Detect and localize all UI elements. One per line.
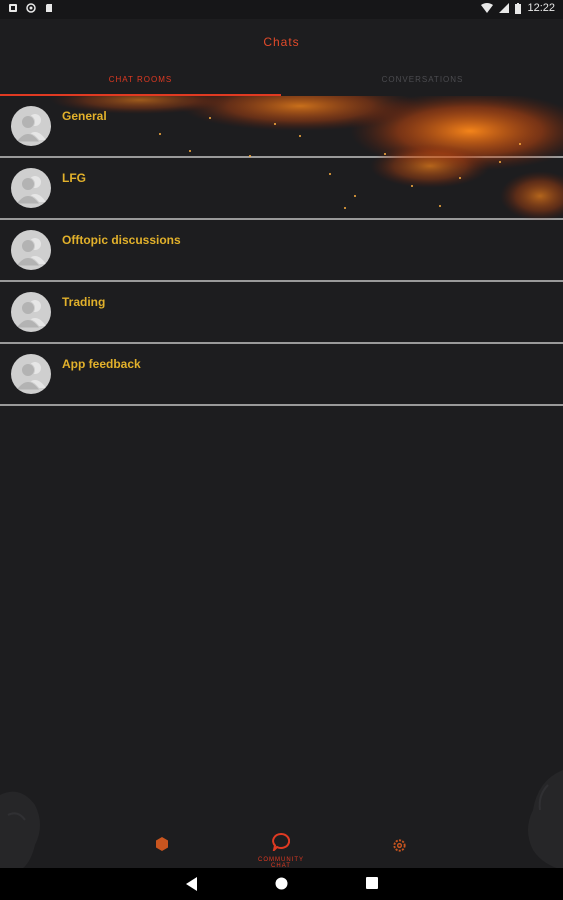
room-name: Trading [62,295,106,309]
room-row-lfg[interactable]: LFG [0,158,563,220]
hexagon-icon [156,837,168,851]
room-list: General LFG Offtopic discussions Trading… [0,96,563,406]
room-row-trading[interactable]: Trading [0,282,563,344]
group-avatar-icon [11,230,51,270]
group-avatar-icon [11,354,51,394]
nav-home[interactable] [155,837,169,856]
nav-community-chat[interactable]: Community chat [248,832,314,869]
room-row-offtopic[interactable]: Offtopic discussions [0,220,563,282]
back-icon[interactable] [186,877,198,891]
room-name: App feedback [62,357,141,371]
wifi-icon [481,3,494,13]
signal-icon [499,3,510,13]
room-name: General [62,109,107,123]
app-bar: Chats [0,19,563,67]
room-row-general[interactable]: General [0,96,563,158]
group-avatar-icon [11,292,51,332]
sync-icon [26,3,36,13]
tab-bar: Chat rooms Conversations [0,67,563,96]
battery-icon [515,2,522,14]
sd-card-icon [46,4,52,12]
notification-icon [9,4,17,12]
system-navigation-bar [0,868,563,900]
nav-settings[interactable] [392,838,407,858]
home-circle-icon[interactable] [275,877,288,890]
chat-bubble-icon [272,832,291,854]
room-name: Offtopic discussions [62,233,181,247]
group-avatar-icon [11,168,51,208]
group-avatar-icon [11,106,51,146]
bottom-navigation: Community chat [0,823,563,869]
room-row-app-feedback[interactable]: App feedback [0,344,563,406]
status-bar: 12:22 [0,0,563,19]
tab-chat-rooms[interactable]: Chat rooms [0,67,281,96]
room-name: LFG [62,171,86,185]
tab-conversations[interactable]: Conversations [282,67,563,96]
clock: 12:22 [527,2,555,14]
recents-square-icon[interactable] [366,877,378,889]
gear-icon [393,839,406,852]
page-title: Chats [263,35,300,49]
